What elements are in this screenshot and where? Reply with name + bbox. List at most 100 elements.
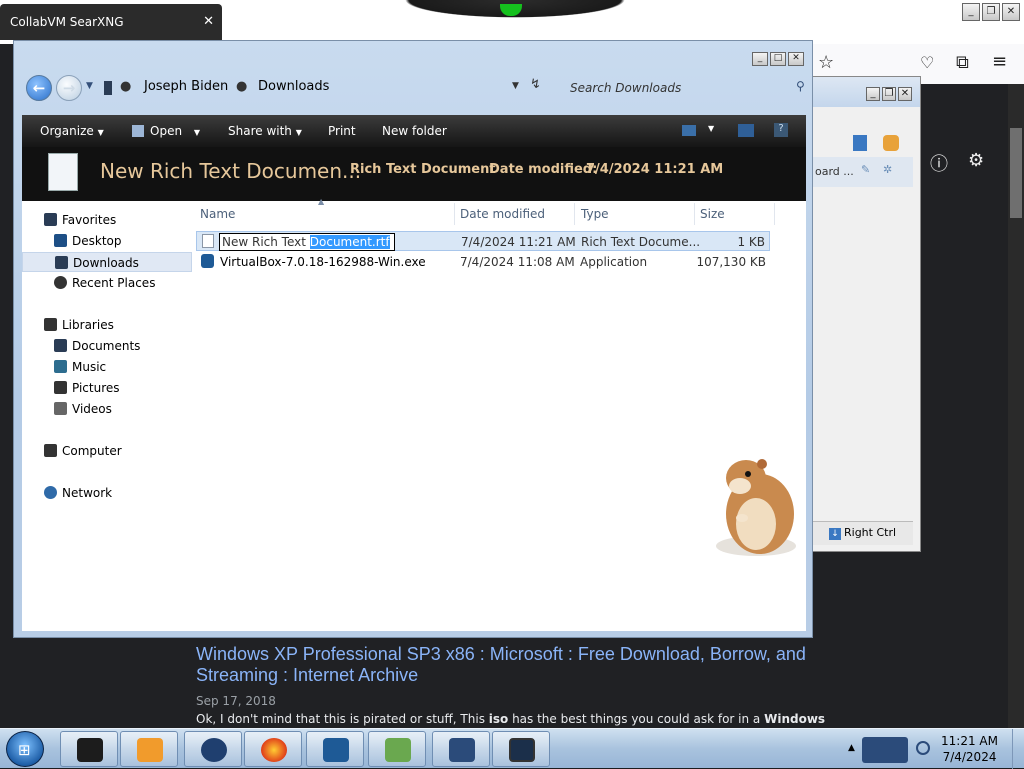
info-icon[interactable]: ⓘ xyxy=(930,150,948,176)
restore-button[interactable]: ❐ xyxy=(882,87,896,101)
dropdown-icon[interactable]: ▼ xyxy=(708,124,714,133)
column-divider[interactable] xyxy=(574,203,575,225)
search-icon[interactable]: ⚲ xyxy=(796,79,805,93)
taskbar-app-network[interactable] xyxy=(184,731,242,767)
details-date-label: Date modified: xyxy=(489,162,598,177)
browser-tab[interactable]: CollabVM SearXNG ✕ xyxy=(0,4,222,40)
nav-recent-places[interactable]: Recent Places xyxy=(22,273,192,293)
close-button[interactable]: ✕ xyxy=(1002,3,1020,21)
forward-button[interactable]: → xyxy=(56,75,82,101)
nav-favorites-label: Favorites xyxy=(62,213,117,227)
nav-libraries[interactable]: Libraries xyxy=(22,315,192,335)
breadcrumb-separator-icon: ● xyxy=(120,79,132,94)
rename-input[interactable]: New Rich Text Document.rtf xyxy=(219,233,395,251)
column-divider[interactable] xyxy=(774,203,775,225)
nav-pictures-label: Pictures xyxy=(72,381,120,395)
tab-close-icon[interactable]: ✕ xyxy=(203,14,214,29)
column-name-header[interactable]: Name xyxy=(200,207,235,221)
nav-pictures[interactable]: Pictures xyxy=(22,378,192,398)
dropdown-icon: ▼ xyxy=(295,128,302,137)
address-dropdown-icon[interactable]: ▼ xyxy=(512,81,519,91)
history-dropdown-icon[interactable]: ▼ xyxy=(86,81,93,91)
taskbar-app-xp-installer[interactable] xyxy=(432,731,490,767)
maximize-button[interactable]: □ xyxy=(770,52,786,66)
address-bar[interactable]: ● Joseph Biden ● Downloads ▼ ↯ xyxy=(104,74,549,102)
nav-videos[interactable]: Videos xyxy=(22,399,192,419)
tray-security-icon[interactable] xyxy=(862,737,908,763)
nav-documents[interactable]: Documents xyxy=(22,336,192,356)
column-date-header[interactable]: Date modified xyxy=(460,207,545,221)
display-icon xyxy=(509,738,535,762)
result-title-link[interactable]: Windows XP Professional SP3 x86 : Micros… xyxy=(196,644,816,686)
nav-network[interactable]: Network xyxy=(22,483,192,503)
close-button[interactable]: ✕ xyxy=(788,52,804,66)
computer-icon xyxy=(44,444,57,457)
settings-gear-icon[interactable]: ⚙ xyxy=(968,150,984,171)
new-folder-button[interactable]: New folder xyxy=(382,124,447,138)
details-icon[interactable] xyxy=(853,135,867,151)
pin-icon[interactable]: ✎ xyxy=(861,163,870,176)
breadcrumb-user[interactable]: Joseph Biden xyxy=(144,79,228,94)
clock[interactable]: 11:21 AM 7/4/2024 xyxy=(941,733,998,765)
nav-desktop[interactable]: Desktop xyxy=(22,231,192,251)
minimize-button[interactable]: _ xyxy=(752,52,768,66)
snapshots-icon[interactable] xyxy=(883,135,899,151)
breadcrumb-downloads[interactable]: Downloads xyxy=(258,79,329,94)
column-size-header[interactable]: Size xyxy=(700,207,725,221)
virtualbox-window: _ ❐ ✕ oard ... ✎ ✲ ↓ Right Ctrl xyxy=(808,76,921,552)
explorer-window-controls: _ □ ✕ xyxy=(750,49,804,66)
extensions-icon[interactable]: ⧉ xyxy=(956,52,969,73)
nav-music-label: Music xyxy=(72,360,107,374)
vm-list-item[interactable]: oard ... ✎ ✲ xyxy=(809,157,913,187)
minimize-button[interactable]: _ xyxy=(866,87,880,101)
nav-music[interactable]: Music xyxy=(22,357,192,377)
result-snippet: Ok, I don't mind that this is pirated or… xyxy=(196,712,825,726)
file-row[interactable]: VirtualBox-7.0.18-162988-Win.exe 7/4/202… xyxy=(196,252,770,272)
close-button[interactable]: ✕ xyxy=(898,87,912,101)
taskbar-app-terminal[interactable] xyxy=(60,731,118,767)
help-icon[interactable]: ? xyxy=(774,123,788,137)
xp-installer-icon xyxy=(449,738,475,762)
nav-computer[interactable]: Computer xyxy=(22,441,192,461)
show-hidden-icons-icon[interactable]: ▲ xyxy=(848,743,855,753)
explorer-titlebar[interactable]: _ □ ✕ xyxy=(14,41,812,67)
page-scrollbar[interactable] xyxy=(1008,84,1024,728)
print-button[interactable]: Print xyxy=(328,124,356,138)
bookmark-star-icon[interactable]: ☆ xyxy=(818,52,834,73)
control-panel-icon xyxy=(385,738,411,762)
taskbar-app-display[interactable] xyxy=(492,731,550,767)
nav-downloads[interactable]: Downloads xyxy=(22,252,192,272)
details-filetype: Rich Text Document xyxy=(350,162,496,177)
taskbar-app-virtualbox[interactable] xyxy=(306,731,364,767)
settings-icon[interactable]: ✲ xyxy=(883,163,892,176)
share-with-button[interactable]: Share with ▼ xyxy=(228,124,302,138)
preview-pane-icon[interactable] xyxy=(738,124,754,137)
column-type-header[interactable]: Type xyxy=(581,207,609,221)
nav-favorites[interactable]: Favorites xyxy=(22,210,192,230)
nav-desktop-label: Desktop xyxy=(72,234,122,248)
minimize-button[interactable]: _ xyxy=(962,3,980,21)
pocket-icon[interactable]: ♡ xyxy=(920,53,934,72)
navigation-pane: Favorites Desktop Downloads Recent Place… xyxy=(22,201,192,631)
taskbar-app-media-player[interactable] xyxy=(120,731,178,767)
back-button[interactable]: ← xyxy=(26,75,52,101)
start-button[interactable]: ⊞ xyxy=(6,731,44,767)
restore-button[interactable]: ❐ xyxy=(982,3,1000,21)
taskbar-app-control-panel[interactable] xyxy=(368,731,426,767)
nav-network-label: Network xyxy=(62,486,113,500)
column-divider[interactable] xyxy=(454,203,455,225)
taskbar-app-firefox[interactable] xyxy=(244,731,302,767)
open-button[interactable]: Open ▼ xyxy=(132,124,200,138)
tray-network-icon[interactable] xyxy=(916,741,930,755)
menu-icon[interactable]: ≡ xyxy=(992,51,1007,72)
open-label: Open xyxy=(150,124,183,138)
refresh-icon[interactable]: ↯ xyxy=(530,77,541,92)
search-input[interactable]: Search Downloads ⚲ xyxy=(558,74,816,102)
view-options-icon[interactable] xyxy=(682,125,696,136)
scrollbar-thumb[interactable] xyxy=(1010,128,1022,218)
column-divider[interactable] xyxy=(694,203,695,225)
show-desktop-button[interactable] xyxy=(1012,729,1024,769)
organize-button[interactable]: Organize ▼ xyxy=(40,124,104,138)
media-player-icon xyxy=(137,738,163,762)
file-row[interactable]: New Rich Text Document.rtf 7/4/2024 11:2… xyxy=(196,231,770,251)
